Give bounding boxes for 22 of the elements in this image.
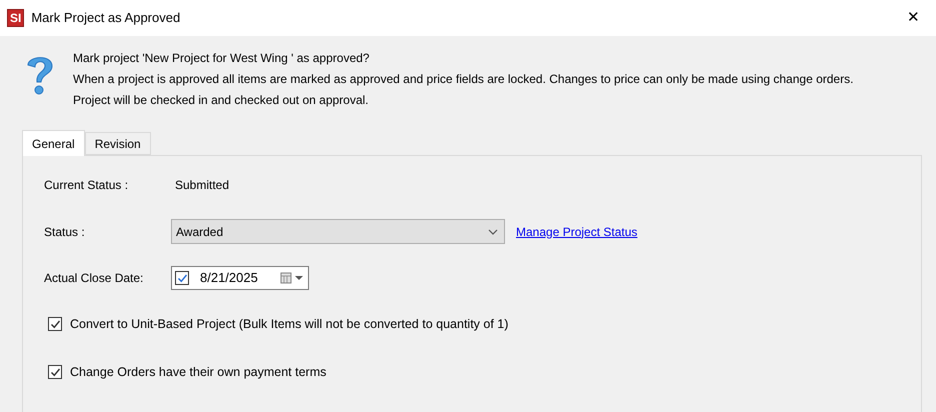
- manage-status-link[interactable]: Manage Project Status: [516, 222, 638, 240]
- calendar-icon: [280, 272, 304, 284]
- window-title: Mark Project as Approved: [31, 9, 180, 28]
- chevron-down-icon: [488, 228, 498, 234]
- option-label: Change Orders have their own payment terms: [70, 364, 326, 381]
- date-picker[interactable]: 8/21/2025: [171, 266, 309, 290]
- checkbox[interactable]: [48, 317, 62, 332]
- status-dropdown[interactable]: Awarded: [171, 219, 505, 244]
- app-logo: SI: [7, 9, 24, 27]
- field-label: Current Status :: [44, 176, 130, 194]
- checkbox[interactable]: [48, 365, 62, 380]
- field-label: Status :: [44, 224, 86, 240]
- checkbox[interactable]: [175, 271, 189, 285]
- option-label: Convert to Unit-Based Project (Bulk Items will not be converted to quantity of 1): [70, 316, 508, 333]
- field-label: Actual Close Date:: [44, 270, 144, 287]
- message-text: When a project is approved all items are marked as approved and price fields are locked. Changes to price can only be made using change orders.: [73, 71, 854, 88]
- tab[interactable]: Revision: [84, 132, 151, 155]
- message-text: Project will be checked in and checked out on approval.: [73, 92, 370, 109]
- question-text: Mark project 'New Project for West Wing ' as approved?: [73, 50, 370, 67]
- tab[interactable]: General: [22, 130, 85, 156]
- close-button[interactable]: ✕: [899, 6, 928, 30]
- field-value: Submitted: [175, 176, 230, 194]
